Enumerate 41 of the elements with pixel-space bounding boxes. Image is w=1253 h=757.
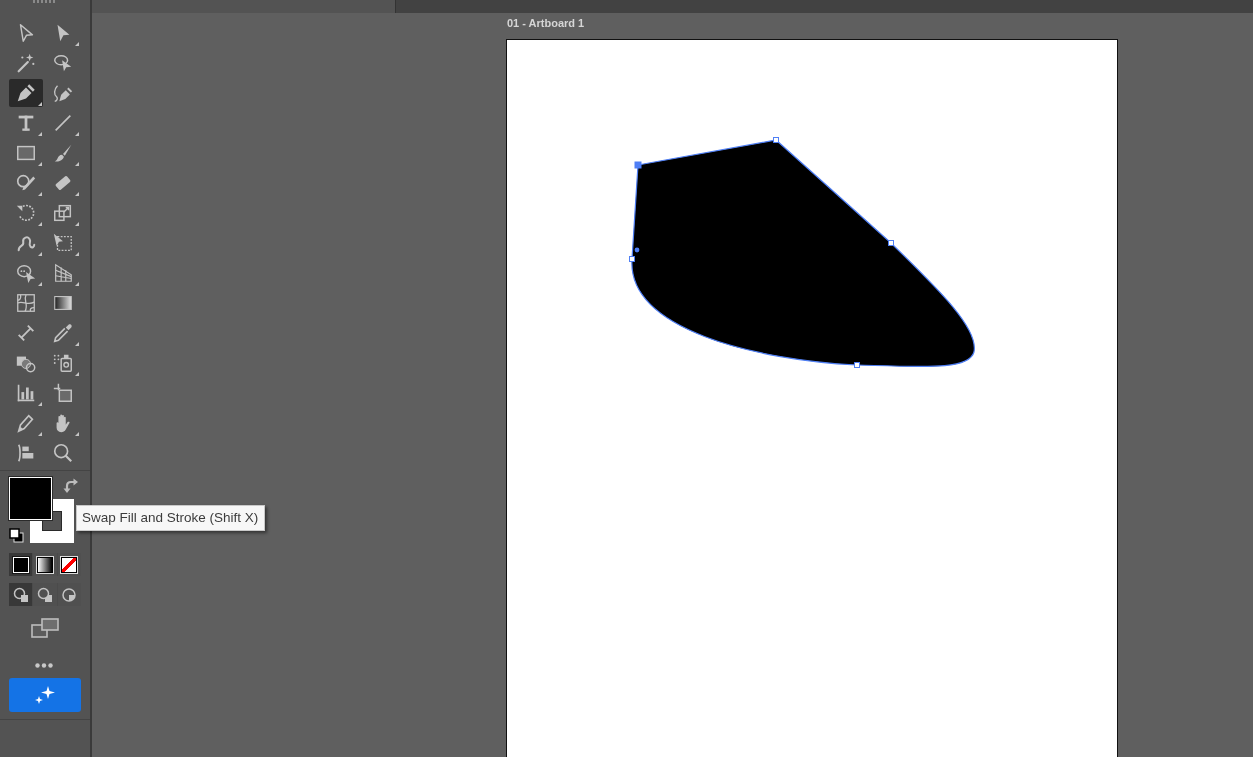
mesh-icon bbox=[15, 292, 37, 314]
anchor-point-icon[interactable] bbox=[773, 137, 779, 143]
free-transform-icon bbox=[52, 232, 74, 254]
magic-wand-icon bbox=[15, 52, 37, 74]
handle-point-icon[interactable] bbox=[634, 247, 640, 253]
pen-nib-icon bbox=[15, 82, 37, 104]
more-icon[interactable] bbox=[35, 663, 53, 668]
line-icon bbox=[52, 112, 74, 134]
magnifier-icon bbox=[52, 442, 74, 464]
scale-icon bbox=[52, 202, 74, 224]
tooltip: Swap Fill and Stroke (Shift X) bbox=[76, 505, 266, 531]
draw-inside-icon bbox=[61, 586, 78, 603]
grip-icon[interactable] bbox=[33, 0, 57, 4]
tool-button[interactable] bbox=[9, 79, 43, 107]
draw-behind-icon bbox=[37, 586, 53, 603]
bar-chart-icon bbox=[15, 382, 37, 404]
no-color-icon bbox=[61, 556, 78, 573]
draw-normal-icon bbox=[12, 586, 29, 603]
anchor-point-icon[interactable] bbox=[888, 240, 894, 246]
measure-icon bbox=[15, 322, 37, 344]
color-mode-button[interactable] bbox=[57, 553, 81, 576]
anchor-point-icon[interactable] bbox=[854, 362, 860, 368]
sprayer-icon bbox=[52, 352, 74, 374]
draw-mode-button[interactable] bbox=[9, 583, 33, 606]
anchor-point-icon[interactable] bbox=[629, 256, 635, 262]
shape-builder-icon bbox=[15, 262, 37, 284]
color-mode-button[interactable] bbox=[9, 553, 33, 576]
rotate-icon bbox=[15, 202, 37, 224]
swap-arrow-icon[interactable] bbox=[63, 478, 79, 494]
eyedropper-icon bbox=[52, 322, 74, 344]
solid-color-icon bbox=[12, 556, 29, 573]
sparkle-icon bbox=[34, 685, 56, 705]
perspective-grid-icon bbox=[52, 262, 74, 284]
artboard-icon bbox=[52, 382, 74, 404]
fill-swatch[interactable] bbox=[9, 477, 52, 520]
color-mode-button[interactable] bbox=[33, 553, 57, 576]
default-colors-icon[interactable] bbox=[9, 528, 24, 543]
artboard-label: 01 - Artboard 1 bbox=[507, 16, 585, 30]
gradient-swatch-icon bbox=[37, 556, 53, 573]
anchor-point-icon[interactable] bbox=[634, 161, 642, 169]
screen-mode-icon[interactable] bbox=[31, 618, 59, 638]
